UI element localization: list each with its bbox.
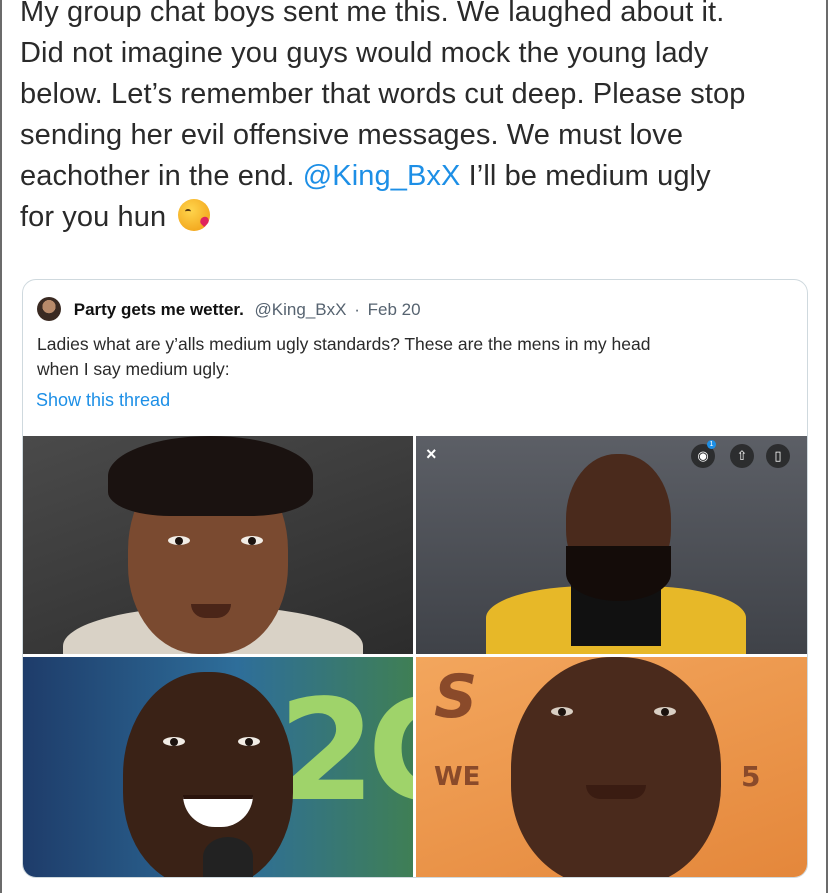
background-sign-text: WE [434,762,481,792]
eye [163,737,185,746]
quoted-author-handle[interactable]: @King_BxX [255,300,347,319]
eye [241,536,263,545]
close-icon[interactable]: × [426,444,437,465]
quoted-tweet-date[interactable]: Feb 20 [368,300,421,319]
photo-3[interactable]: 2C [23,657,413,877]
face-blowing-a-kiss-icon [178,199,211,231]
tweet-text-fragment: I’ll be medium ugly [468,160,711,192]
eye [168,536,190,545]
quoted-tweet-card[interactable]: Party gets me wetter. @King_BxX · Feb 20… [22,279,808,878]
avatar[interactable] [37,297,61,321]
photo-1[interactable] [23,436,413,654]
face [511,657,721,877]
background-sign-text: S [434,662,478,732]
bookmark-icon[interactable]: ▯ [766,444,790,468]
hair [566,546,671,601]
tweet-line: for you hun [20,197,820,238]
photo-2[interactable]: × ◉ 1 ⇧ ▯ [416,436,807,654]
eye [551,707,573,716]
tweet-text-fragment: eachother in the end. [20,160,295,192]
mouth [586,785,646,799]
separator-dot: · [354,300,360,319]
share-icon[interactable]: ⇧ [730,444,754,468]
tweet-line: My group chat boys sent me this. We laug… [20,0,725,28]
quoted-tweet-body: Ladies what are y’alls medium ugly stand… [37,332,797,382]
microphone [203,837,253,877]
quoted-text-line: Ladies what are y’alls medium ugly stand… [37,334,651,354]
tweet-body: My group chat boys sent me this. We laug… [20,0,820,238]
background-sign-text: 5 [741,760,761,793]
tweet-line: below. Let’s remember that words cut dee… [20,78,746,110]
tweet-line: Did not imagine you guys would mock the … [20,37,709,69]
eye [238,737,260,746]
quoted-text-line: when I say medium ugly: [37,359,230,379]
background-sign-text: 2C [278,670,413,833]
hair [108,436,313,516]
quoted-author-name[interactable]: Party gets me wetter. [74,300,244,319]
notification-badge: 1 [707,440,716,449]
quoted-tweet-header: Party gets me wetter. @King_BxX · Feb 20 [37,297,421,321]
show-thread-link[interactable]: Show this thread [36,390,170,411]
mention-link[interactable]: @King_BxX [303,160,461,192]
tweet-text-fragment: for you hun [20,201,167,233]
tweet-line: sending her evil offensive messages. We … [20,119,684,151]
tweet-line: eachother in the end. @King_BxX I’ll be … [20,156,820,197]
photo-grid: × ◉ 1 ⇧ ▯ 2C S WE 5 [23,436,807,877]
left-border [0,0,2,893]
photo-4[interactable]: S WE 5 [416,657,807,877]
eye [654,707,676,716]
